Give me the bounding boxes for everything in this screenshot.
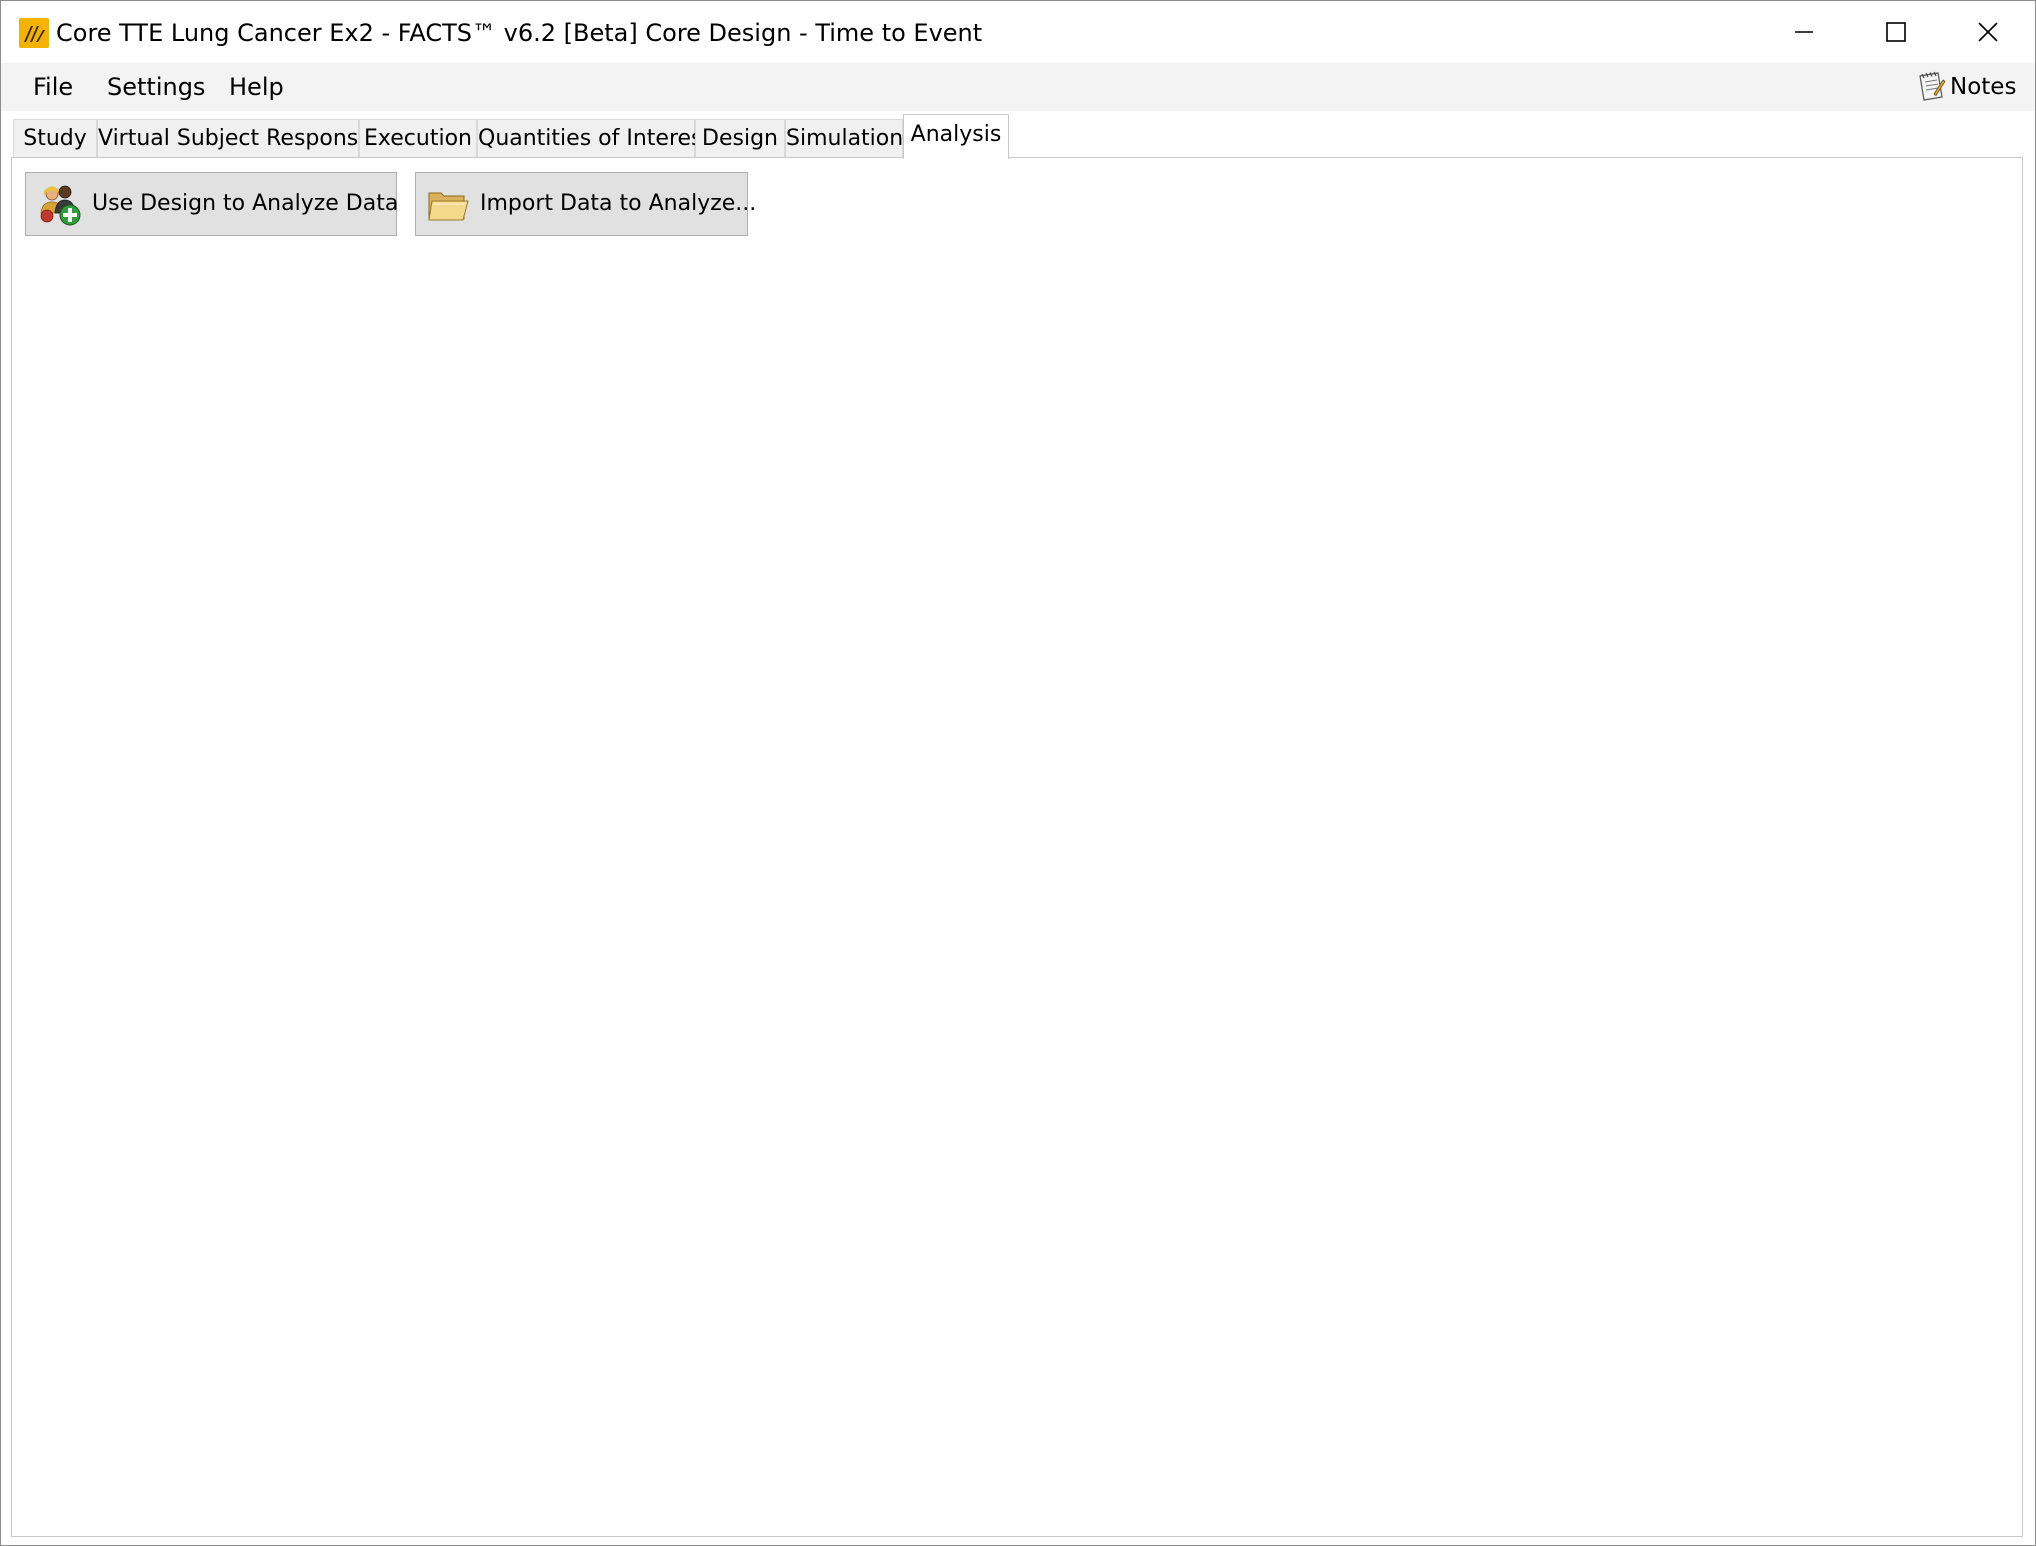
minimize-button[interactable] [1758, 1, 1850, 63]
close-button[interactable] [1942, 1, 2034, 63]
use-design-to-analyze-data-button[interactable]: Use Design to Analyze Data [25, 172, 399, 236]
app-window: Core TTE Lung Cancer Ex2 - FACTS™ v6.2 [… [0, 0, 2036, 1546]
use-design-label: Use Design to Analyze Data [92, 191, 399, 216]
facts-app-icon [19, 18, 49, 48]
tab-virtual-subject-response[interactable]: Virtual Subject Response [97, 119, 372, 157]
menu-help[interactable]: Help [217, 63, 296, 111]
close-icon [1978, 22, 1998, 42]
users-add-icon [38, 183, 82, 227]
notepad-icon [1916, 70, 1946, 102]
notes-label: Notes [1950, 74, 2017, 100]
menu-bar: File Settings Help Notes [1, 63, 2035, 111]
folder-open-icon [426, 183, 470, 227]
menu-settings[interactable]: Settings [95, 63, 217, 111]
import-data-label: Import Data to Analyze... [480, 191, 757, 216]
tab-quantities-of-interest[interactable]: Quantities of Interest [477, 119, 711, 157]
tab-analysis[interactable]: Analysis [903, 114, 1009, 159]
title-bar: Core TTE Lung Cancer Ex2 - FACTS™ v6.2 [… [1, 1, 2035, 63]
tab-execution[interactable]: Execution [359, 119, 477, 157]
tab-design[interactable]: Design [695, 119, 785, 157]
tab-study[interactable]: Study [13, 119, 97, 157]
menu-file[interactable]: File [21, 63, 85, 111]
tab-simulation[interactable]: Simulation [785, 119, 903, 157]
window-title: Core TTE Lung Cancer Ex2 - FACTS™ v6.2 [… [56, 19, 983, 47]
notes-button[interactable]: Notes [1916, 63, 2016, 111]
tab-strip: Study Virtual Subject Response Execution… [1, 111, 2035, 159]
import-data-to-analyze-button[interactable]: Import Data to Analyze... [415, 172, 756, 236]
maximize-button[interactable] [1850, 1, 1942, 63]
minimize-icon [1795, 31, 1813, 33]
analysis-panel: Use Design to Analyze Data Import Data t… [11, 157, 2023, 1537]
maximize-icon [1886, 22, 1906, 42]
